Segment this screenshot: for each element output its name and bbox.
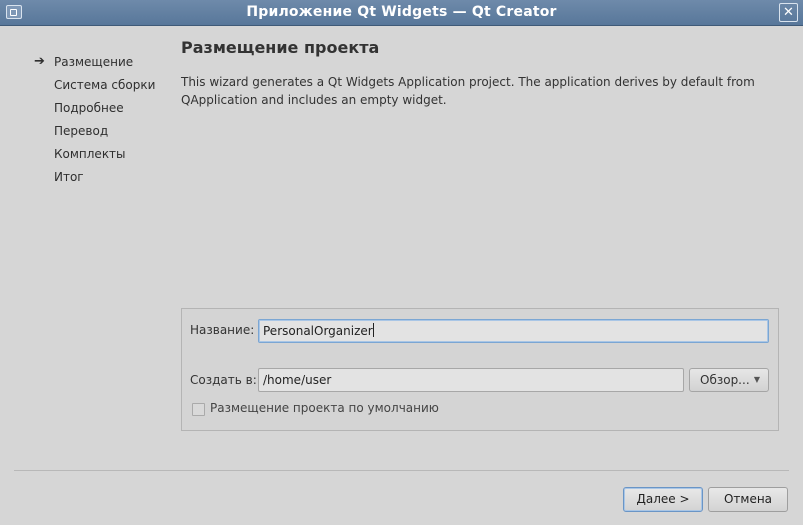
- window-title: Приложение Qt Widgets — Qt Creator: [246, 4, 557, 20]
- chevron-down-icon: ▼: [753, 375, 760, 384]
- close-button[interactable]: ✕: [779, 3, 798, 22]
- browse-label: Обзор...: [700, 373, 750, 387]
- create-in-label: Создать в:: [190, 373, 257, 387]
- step-label: Подробнее: [54, 101, 124, 115]
- current-step-arrow-icon: ➔: [34, 54, 45, 69]
- cancel-button[interactable]: Отмена: [708, 487, 788, 512]
- step-label: Итог: [54, 170, 84, 184]
- page-description: This wizard generates a Qt Widgets Appli…: [181, 75, 755, 107]
- step-label: Размещение: [54, 55, 134, 69]
- page-title: Размещение проекта: [181, 38, 380, 57]
- footer-divider: [14, 470, 789, 471]
- default-location-checkbox[interactable]: [192, 403, 205, 416]
- step-build-system: Система сборки: [0, 75, 170, 98]
- step-summary: Итог: [0, 167, 170, 190]
- wizard-steps: ➔ Размещение Система сборки Подробнее Пе…: [0, 52, 170, 190]
- text-caret: [372, 323, 374, 337]
- step-label: Перевод: [54, 124, 109, 138]
- browse-button[interactable]: Обзор... ▼: [689, 368, 769, 392]
- create-in-path-input[interactable]: /home/user: [258, 368, 684, 392]
- step-location: ➔ Размещение: [0, 52, 170, 75]
- step-details: Подробнее: [0, 98, 170, 121]
- close-icon: ✕: [783, 5, 794, 20]
- step-label: Комплекты: [54, 147, 126, 161]
- step-label: Система сборки: [54, 78, 156, 92]
- step-translation: Перевод: [0, 121, 170, 144]
- next-button[interactable]: Далее >: [623, 487, 703, 512]
- step-kits: Комплекты: [0, 144, 170, 167]
- create-in-path-value: /home/user: [263, 373, 332, 387]
- default-location-label[interactable]: Размещение проекта по умолчанию: [210, 401, 439, 415]
- project-name-value: PersonalOrganizer: [263, 324, 373, 338]
- project-name-input[interactable]: PersonalOrganizer: [258, 319, 769, 343]
- name-label: Название:: [190, 323, 255, 337]
- title-bar: Приложение Qt Widgets — Qt Creator ✕: [0, 0, 803, 26]
